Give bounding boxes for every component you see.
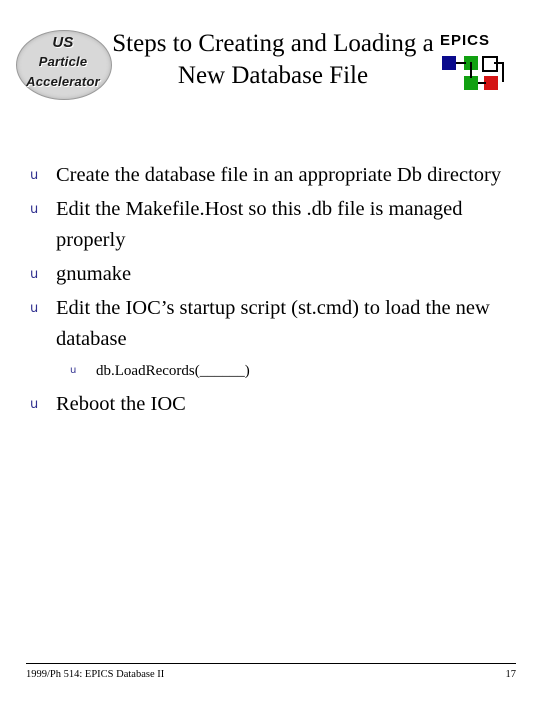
uspas-logo: US Particle Accelerator [16, 30, 112, 100]
epics-square-blue [442, 56, 456, 70]
list-item-text: Edit the Makefile.Host so this .db file … [56, 198, 463, 251]
logo-line-3: Accelerator [26, 74, 100, 89]
footer-divider [26, 663, 516, 664]
list-item-text: Reboot the IOC [56, 393, 186, 415]
logo-line-1: US [52, 34, 74, 51]
sub-list-item: u db.LoadRecords(______) [26, 359, 518, 383]
epics-square-red [484, 76, 498, 90]
epics-logo: EPICS [440, 32, 516, 94]
list-item-text: gnumake [56, 263, 132, 285]
epics-wordmark: EPICS [440, 32, 491, 49]
epics-square-green-bottom [464, 76, 478, 90]
bullet-diamond-icon: u [30, 168, 39, 183]
sub-bullet-diamond-icon: u [70, 365, 77, 376]
bullet-diamond-icon: u [30, 397, 39, 412]
bullet-diamond-icon: u [30, 267, 39, 282]
list-item: u Create the database file in an appropr… [26, 160, 518, 191]
list-item: u Edit the Makefile.Host so this .db fil… [26, 194, 518, 256]
epics-logo-grid [442, 56, 506, 92]
epics-connector-vertical [470, 62, 472, 78]
list-item-text: Create the database file in an appropria… [56, 164, 502, 186]
list-item-text: Edit the IOC’s startup script (st.cmd) t… [56, 297, 490, 350]
list-item: u gnumake [26, 259, 518, 290]
bullet-list: u Create the database file in an appropr… [26, 160, 518, 423]
epics-connector-top [456, 62, 466, 64]
sub-list-item-text: db.LoadRecords(______) [96, 363, 250, 379]
footer-course-label: 1999/Ph 514: EPICS Database II [26, 669, 165, 680]
footer-page-number: 17 [505, 669, 517, 680]
page-title: Steps to Creating and Loading a New Data… [112, 30, 434, 89]
epics-connector-vertical-right [502, 62, 504, 82]
epics-square-white [482, 56, 498, 72]
epics-connector-bottom [478, 82, 486, 84]
list-item: u Edit the IOC’s startup script (st.cmd)… [26, 293, 518, 355]
bullet-diamond-icon: u [30, 202, 39, 217]
bullet-diamond-icon: u [30, 301, 39, 316]
list-item: u Reboot the IOC [26, 389, 518, 420]
logo-line-2: Particle [38, 54, 88, 69]
